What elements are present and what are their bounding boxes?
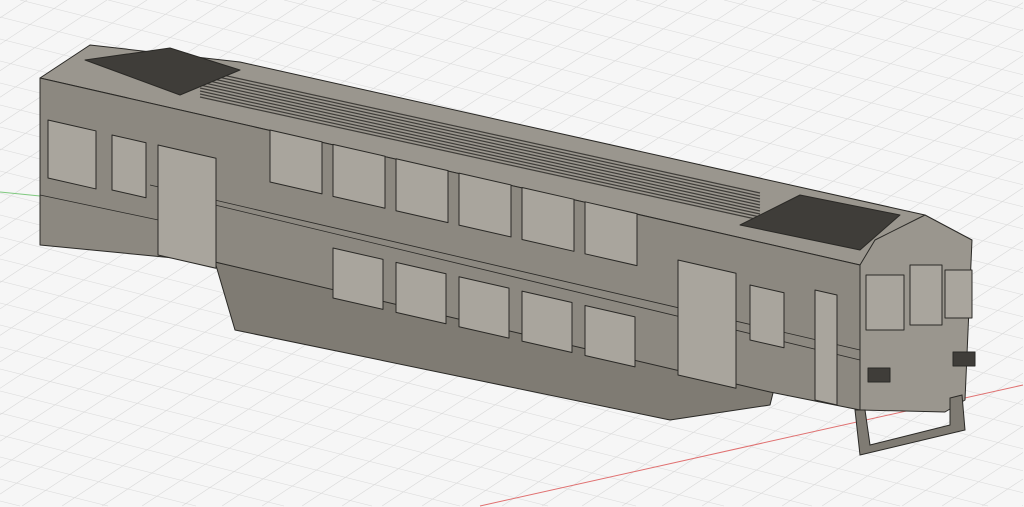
- headlight: [952, 351, 976, 367]
- lower-deck-window: [458, 276, 510, 339]
- 3d-scene[interactable]: [0, 0, 1024, 507]
- grid-line: [0, 500, 21, 507]
- cab-window: [909, 264, 943, 326]
- cab-window: [944, 269, 973, 319]
- grid-line: [0, 0, 68, 45]
- lower-deck-window: [332, 247, 384, 310]
- upper-deck-window: [269, 129, 323, 195]
- upper-deck-window: [521, 186, 575, 252]
- upper-deck-window: [332, 143, 386, 209]
- grid-line: [1021, 505, 1024, 507]
- grid-line: [0, 0, 28, 19]
- grid-line: [723, 0, 1024, 76]
- grid-line: [0, 368, 549, 507]
- grid-line: [899, 0, 1024, 32]
- cad-viewport[interactable]: [0, 0, 1024, 507]
- cab-window: [865, 274, 905, 331]
- grid-line: [0, 412, 373, 507]
- grid-line: [0, 478, 109, 507]
- rear-door: [814, 289, 838, 406]
- side-window-rear: [749, 284, 785, 349]
- grid-line: [0, 456, 197, 507]
- lower-deck-window: [521, 290, 573, 353]
- grid-line: [0, 434, 285, 507]
- grid-line: [547, 0, 1024, 120]
- y-axis-line: [0, 191, 41, 197]
- grid-line: [987, 0, 1024, 10]
- grid-line: [811, 0, 1024, 54]
- upper-deck-window: [584, 201, 638, 267]
- grid-line: [981, 478, 1024, 507]
- side-door: [677, 259, 737, 389]
- end-window: [47, 119, 97, 190]
- double-decker-railcar-model[interactable]: [39, 44, 976, 456]
- upper-deck-window: [458, 172, 512, 238]
- headlight: [867, 367, 891, 383]
- lower-deck-window: [395, 261, 447, 325]
- end-window: [111, 134, 147, 199]
- grid-line: [459, 0, 1024, 142]
- side-door: [157, 144, 217, 269]
- lower-deck-window: [584, 304, 636, 368]
- upper-deck-window: [395, 158, 449, 224]
